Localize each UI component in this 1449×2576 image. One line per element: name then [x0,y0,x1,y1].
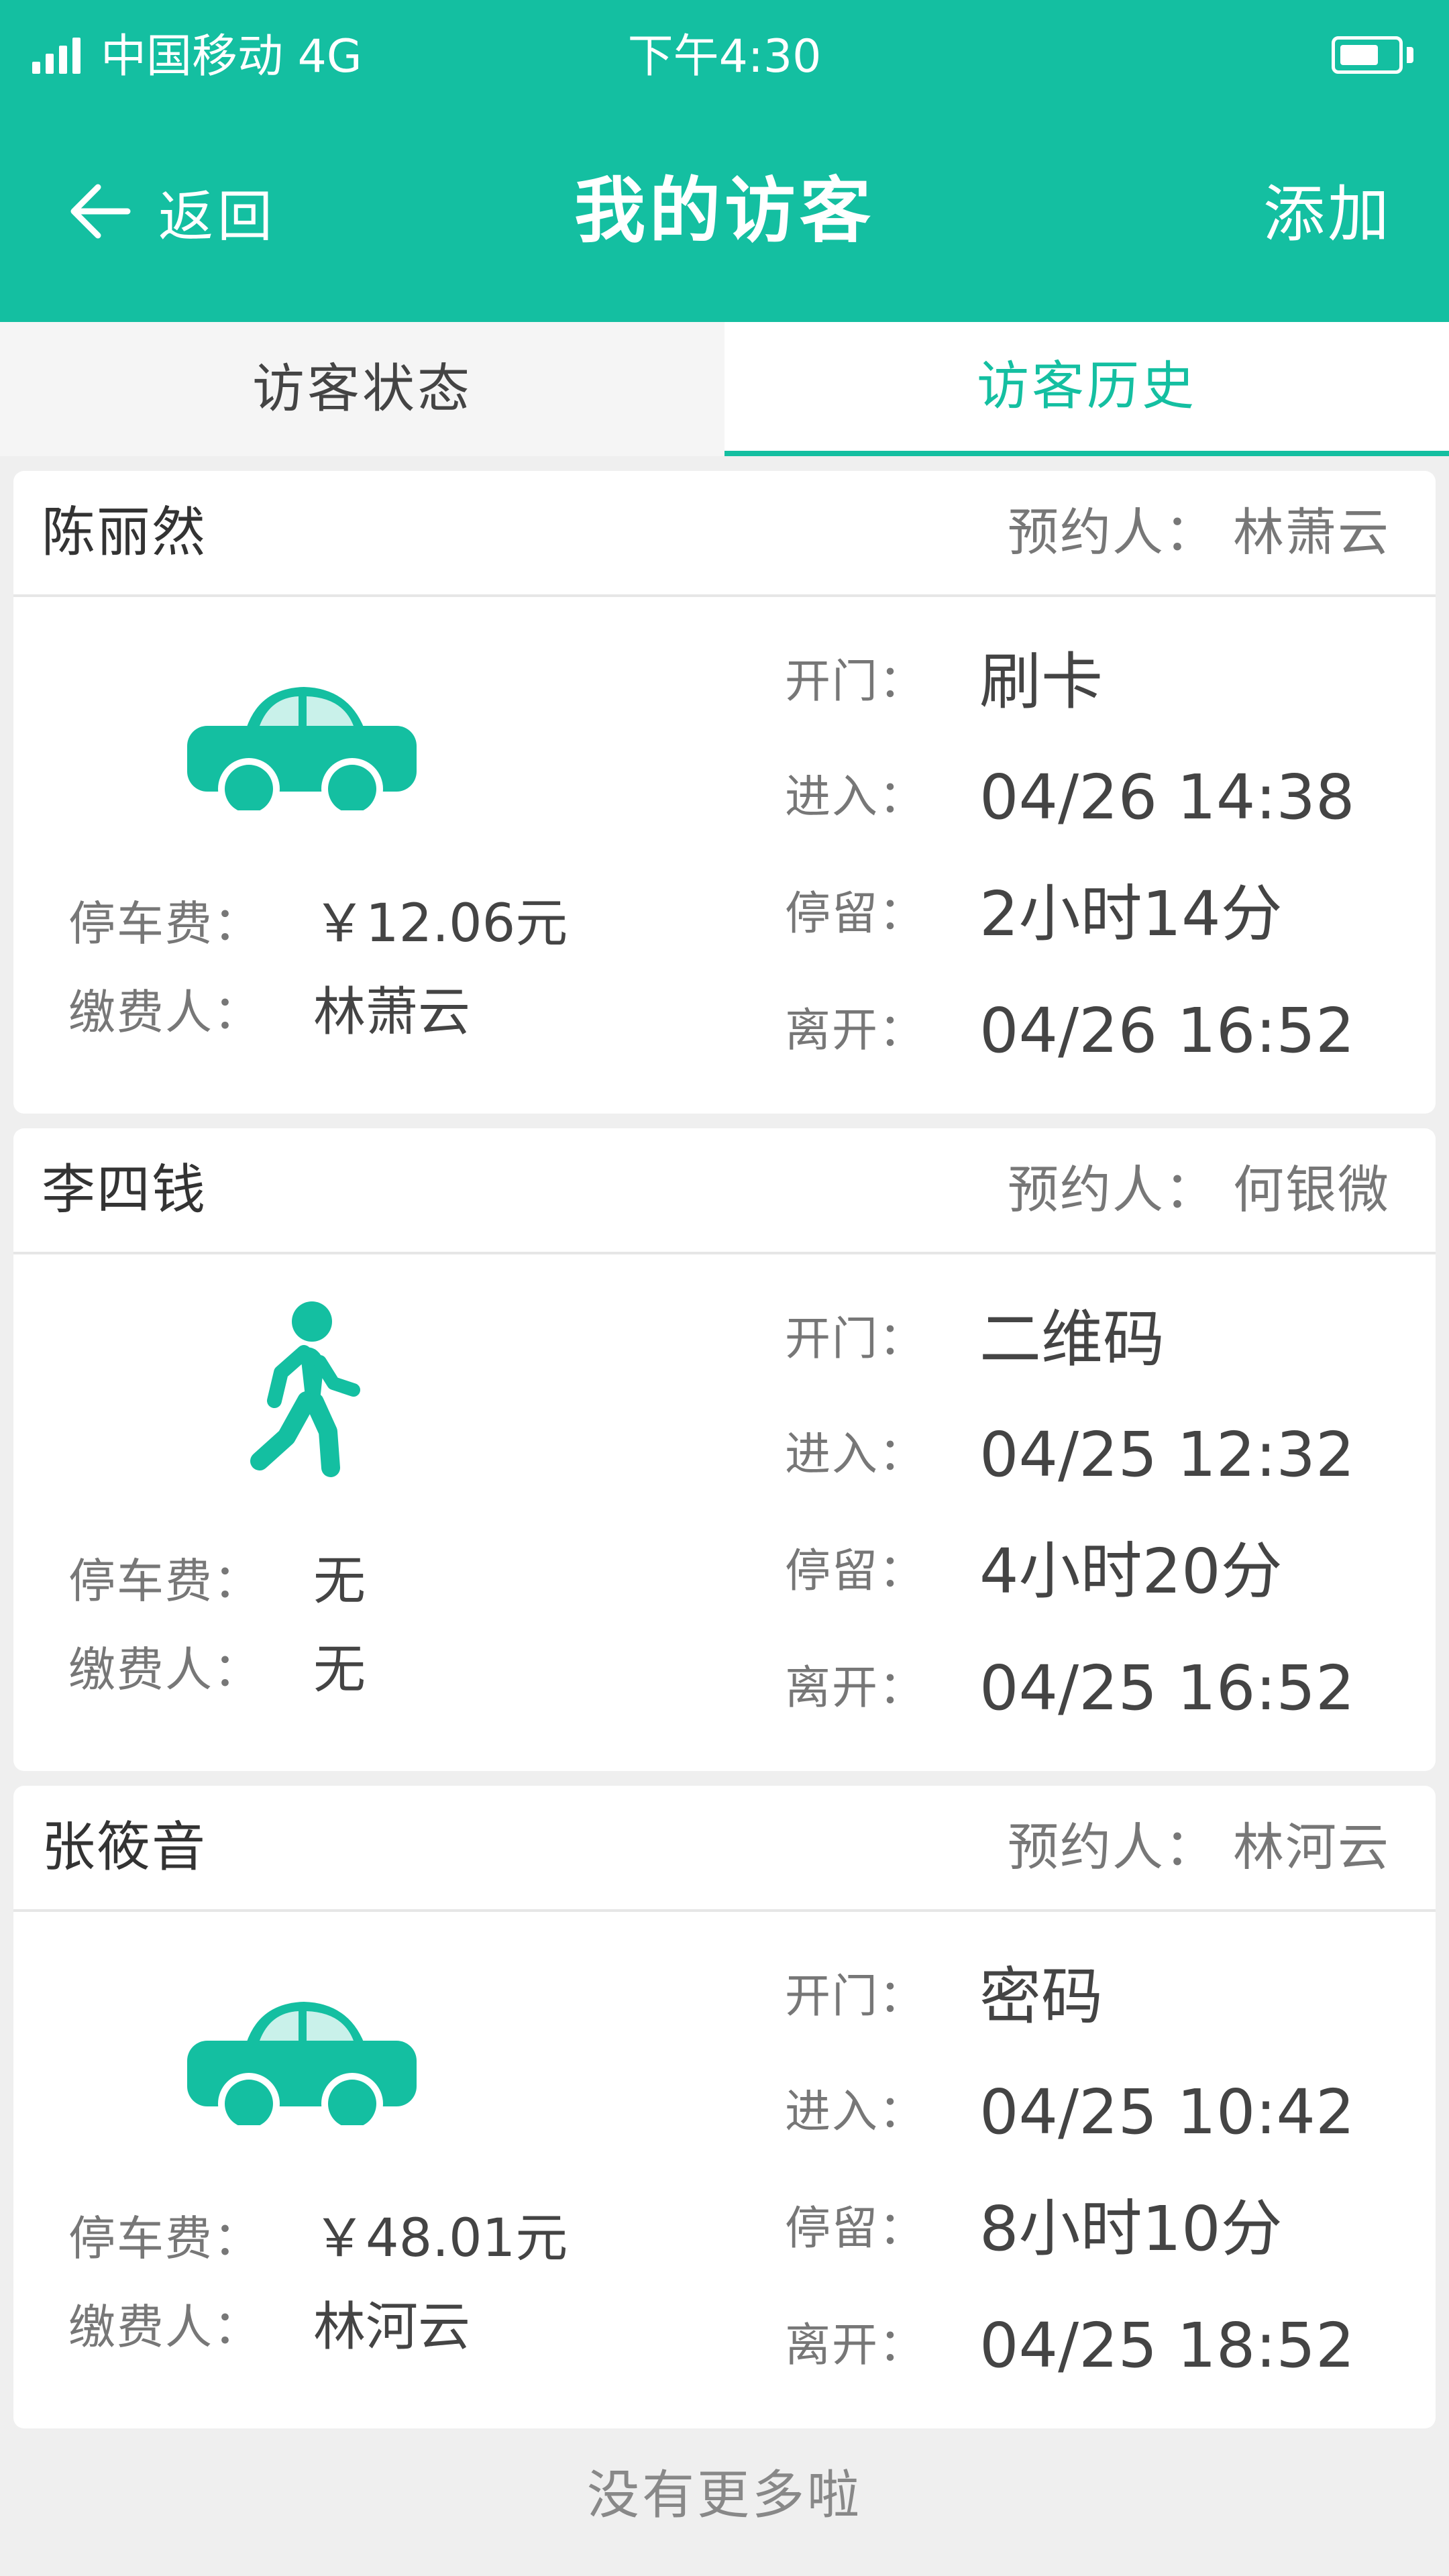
page-title: 我的访客 [574,170,875,252]
tab-visitor-history[interactable]: 访客历史 [724,322,1449,456]
parking-fee-label: 停车费： [68,1554,262,1609]
visitor-name: 张筱音 [42,1816,207,1878]
visitor-name: 李四钱 [42,1159,207,1221]
open-door-value: 密码 [979,1961,1104,2033]
status-time: 下午4:30 [627,30,822,83]
tab-visitor-status[interactable]: 访客状态 [0,322,724,456]
car-icon [187,2002,417,2125]
open-door-label: 开门： [785,655,926,708]
booker-label: 预约人： [1008,502,1217,562]
payer-value: 林河云 [313,2297,471,2357]
status-bar: 中国移动 4G 下午4:30 [0,0,1449,114]
leave-label: 离开： [785,1662,926,1715]
booker-info: 预约人： 林萧云 [1008,471,1390,594]
booker-info: 预约人： 何银微 [1008,1128,1390,1252]
booker-info: 预约人： 林河云 [1008,1786,1390,1909]
enter-label: 进入： [785,2086,926,2139]
car-icon [187,687,417,810]
no-more-footer: 没有更多啦 [586,2465,862,2526]
booker-label: 预约人： [1008,1817,1217,1877]
stay-label: 停留： [785,2202,926,2255]
stay-value: 8小时10分 [979,2193,1283,2265]
card-header: 张筱音 预约人： 林河云 [13,1786,1436,1912]
payer-value: 无 [313,1640,366,1700]
battery-level-fill [1340,45,1378,65]
payer-label: 缴费人： [68,985,262,1040]
tab-bar: 访客状态 访客历史 [0,322,1449,456]
enter-label: 进入： [785,1428,926,1481]
visit-card[interactable]: 李四钱 预约人： 何银微 停车费： 无 缴费人： 无 开门： 二维码 进入： 04… [13,1128,1436,1771]
visit-card[interactable]: 张筱音 预约人： 林河云 停车费： ￥48.01元 缴费人： 林河云 开门： 密码… [13,1786,1436,2428]
card-header: 陈丽然 预约人： 林萧云 [13,471,1436,597]
leave-value: 04/26 16:52 [979,995,1355,1067]
parking-fee-value: 无 [313,1551,366,1611]
booker-label: 预约人： [1008,1160,1217,1220]
enter-value: 04/25 10:42 [979,2076,1355,2148]
battery-icon [1332,36,1403,74]
booker-name: 林萧云 [1233,502,1390,562]
app-root: 中国移动 4G 下午4:30 返回 我的访客 添加 访客状态 访客历史 陈丽然 … [0,0,1449,2576]
enter-label: 进入： [785,771,926,824]
visitor-name: 陈丽然 [42,501,207,564]
parking-fee-value: ￥48.01元 [313,2208,568,2269]
booker-name: 林河云 [1233,1817,1390,1877]
parking-fee-value: ￥12.06元 [313,894,568,954]
open-door-label: 开门： [785,1313,926,1366]
leave-label: 离开： [785,1004,926,1057]
walking-person-icon [250,1301,360,1477]
payer-label: 缴费人： [68,2300,262,2355]
header: 中国移动 4G 下午4:30 返回 我的访客 添加 [0,0,1449,322]
leave-value: 04/25 16:52 [979,1652,1355,1724]
battery-tip [1407,47,1413,63]
card-header: 李四钱 预约人： 何银微 [13,1128,1436,1254]
parking-fee-label: 停车费： [68,896,262,951]
open-door-value: 刷卡 [979,646,1104,718]
enter-value: 04/26 14:38 [979,761,1355,833]
leave-value: 04/25 18:52 [979,2310,1355,2381]
open-door-value: 二维码 [979,1303,1165,1375]
booker-name: 何银微 [1233,1160,1390,1220]
stay-value: 2小时14分 [979,878,1283,950]
payer-value: 林萧云 [313,982,471,1042]
enter-value: 04/25 12:32 [979,1419,1355,1491]
payer-label: 缴费人： [68,1642,262,1697]
stay-value: 4小时20分 [979,1536,1283,1607]
open-door-label: 开门： [785,1970,926,2023]
stay-label: 停留： [785,888,926,941]
stay-label: 停留： [785,1545,926,1598]
parking-fee-label: 停车费： [68,2211,262,2266]
add-button[interactable]: 添加 [1263,164,1392,265]
visit-card[interactable]: 陈丽然 预约人： 林萧云 停车费： ￥12.06元 缴费人： 林萧云 开门： 刷卡… [13,471,1436,1114]
leave-label: 离开： [785,2319,926,2372]
